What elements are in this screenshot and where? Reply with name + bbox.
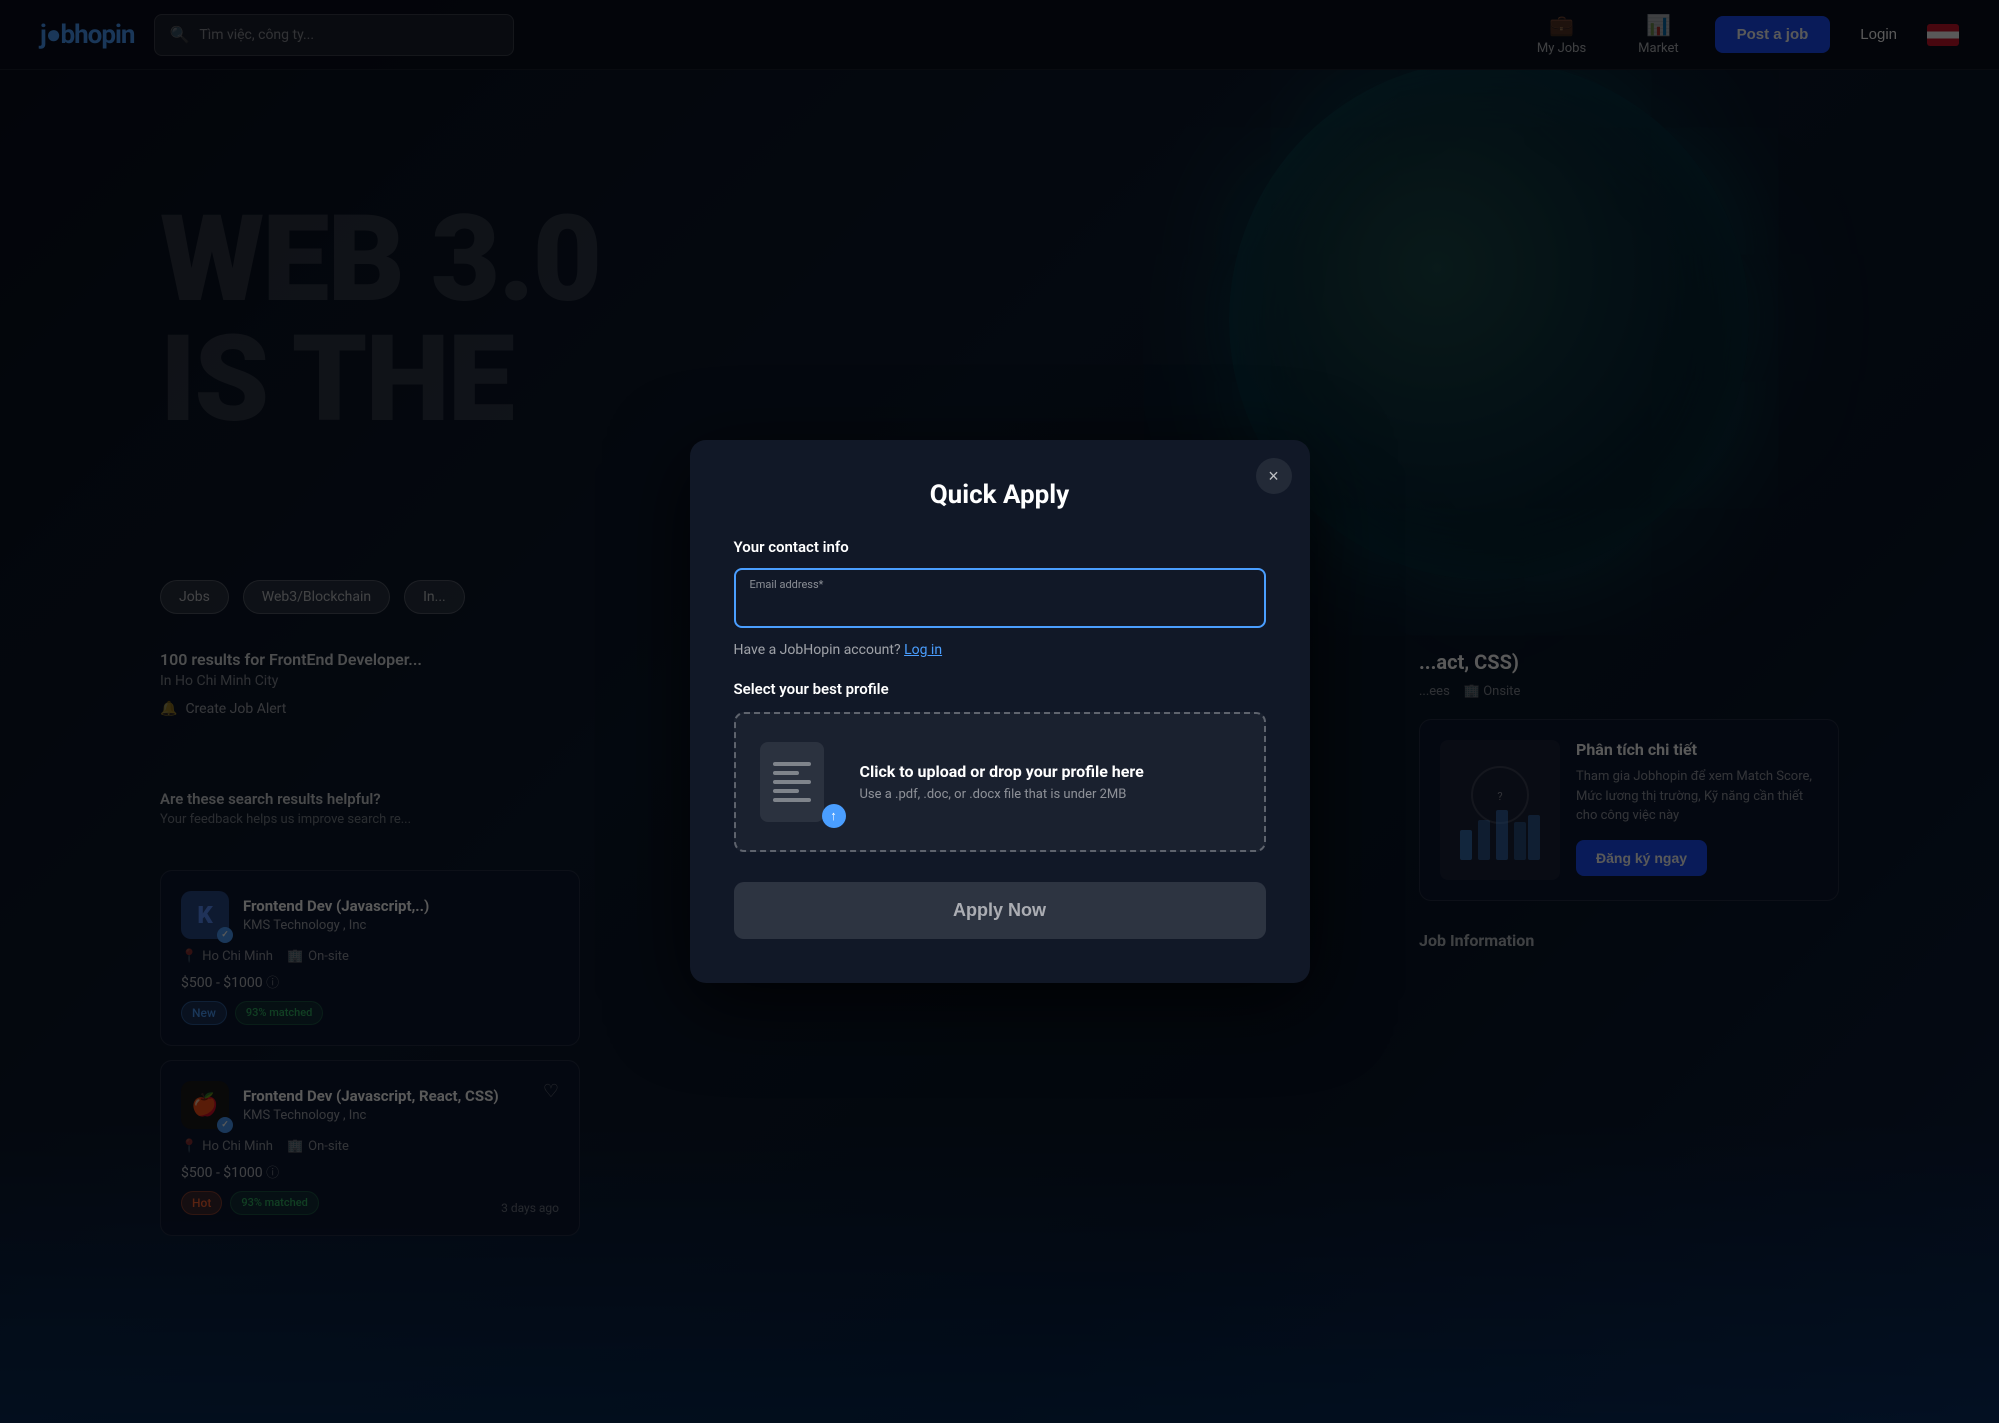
upload-area[interactable]: ↑ Click to upload or drop your profile h… (734, 712, 1266, 852)
modal-title: Quick Apply (734, 480, 1266, 510)
upload-main-text: Click to upload or drop your profile her… (860, 762, 1240, 781)
email-input[interactable] (740, 591, 1260, 624)
login-prompt: Have a JobHopin account? Log in (734, 642, 1266, 658)
quick-apply-modal: × Quick Apply Your contact info Email ad… (690, 440, 1310, 983)
upload-text: Click to upload or drop your profile her… (860, 762, 1240, 802)
upload-icon-wrapper: ↑ (760, 742, 840, 822)
modal-close-button[interactable]: × (1256, 458, 1292, 494)
document-icon (760, 742, 824, 822)
contact-section-label: Your contact info (734, 538, 1266, 556)
upload-sub-text: Use a .pdf, .doc, or .docx file that is … (860, 787, 1240, 802)
upload-arrow-icon: ↑ (822, 804, 846, 828)
select-profile-label: Select your best profile (734, 680, 1266, 698)
modal-overlay[interactable]: × Quick Apply Your contact info Email ad… (0, 0, 1999, 1423)
email-label: Email address* (740, 572, 1260, 591)
login-link[interactable]: Log in (904, 642, 942, 658)
apply-now-button[interactable]: Apply Now (734, 882, 1266, 939)
email-input-wrapper: Email address* (734, 568, 1266, 628)
